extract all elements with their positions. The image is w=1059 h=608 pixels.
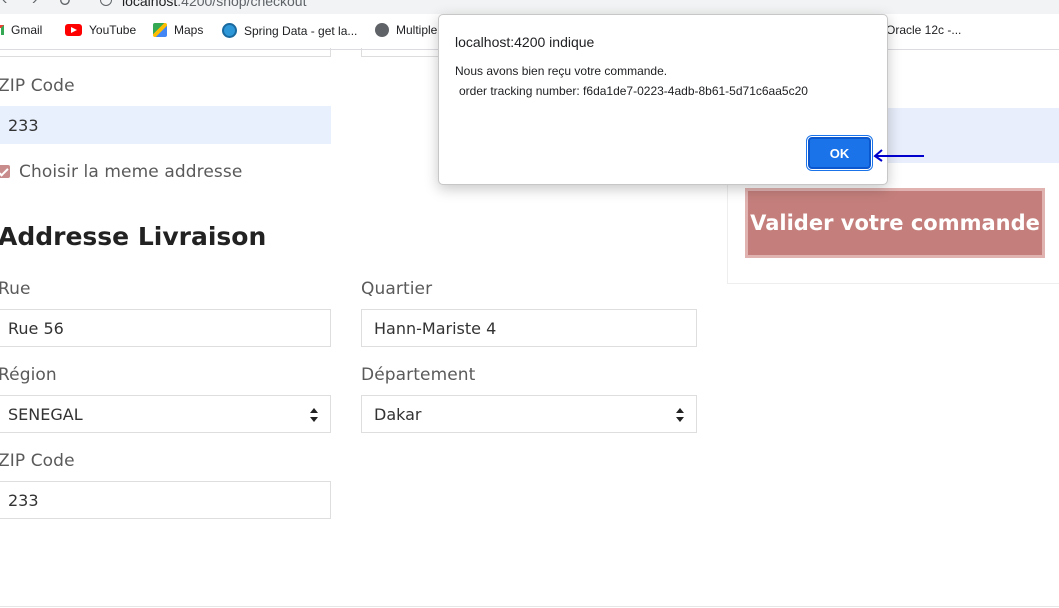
dialog-tracking-number: order tracking number: f6da1de7-0223-4ad… (459, 84, 808, 98)
spring-icon (222, 23, 237, 38)
back-arrow-icon[interactable]: ‹ (2, 0, 7, 9)
input-fragment[interactable] (0, 48, 331, 57)
department-select[interactable]: Dakar (361, 395, 697, 433)
region-label: Région (0, 365, 57, 385)
ok-button[interactable]: OK (806, 135, 873, 171)
region-select[interactable]: SENEGAL (0, 395, 331, 433)
bookmark-multiple[interactable]: Multiple (375, 23, 437, 37)
input-fragment[interactable] (361, 48, 441, 57)
shipping-zip-input[interactable]: 233 (0, 481, 331, 519)
maps-icon (153, 23, 167, 37)
street-input[interactable]: Rue 56 (0, 309, 331, 347)
gmail-icon (0, 25, 4, 35)
billing-zip-label: ZIP Code (0, 76, 75, 96)
district-label: Quartier (361, 279, 433, 299)
department-label: Département (361, 365, 476, 385)
shipping-section-title: Addresse Livraison (0, 222, 267, 251)
department-select-value: Dakar (374, 404, 422, 424)
bookmark-oracle[interactable]: Oracle 12c -... (886, 23, 961, 37)
bookmark-gmail[interactable]: Gmail (0, 23, 42, 37)
bookmark-spring-data[interactable]: Spring Data - get la... (222, 23, 357, 38)
divider (0, 606, 1059, 607)
browser-address-bar: ‹ › ↻ localhost:4200/shop/checkout (0, 0, 1059, 14)
district-input[interactable]: Hann-Mariste 4 (361, 309, 697, 347)
bookmark-youtube[interactable]: YouTube (65, 23, 136, 37)
bookmark-maps[interactable]: Maps (153, 23, 203, 37)
annotation-arrow-icon (873, 149, 924, 162)
forward-arrow-icon[interactable]: › (32, 0, 37, 9)
shipping-zip-label: ZIP Code (0, 451, 75, 471)
submit-order-button[interactable]: Valider votre commande (745, 188, 1045, 258)
url-text[interactable]: localhost:4200/shop/checkout (122, 0, 306, 9)
billing-zip-input[interactable]: 233 (0, 106, 331, 144)
select-arrows-icon (310, 408, 318, 422)
globe-icon (375, 23, 389, 37)
select-arrows-icon (676, 408, 684, 422)
same-address-label: Choisir la meme addresse (19, 162, 243, 182)
street-label: Rue (0, 279, 31, 299)
dialog-message: Nous avons bien reçu votre commande. (455, 64, 668, 78)
same-address-checkbox[interactable] (0, 165, 10, 178)
youtube-icon (65, 24, 82, 36)
alert-dialog: localhost:4200 indique Nous avons bien r… (438, 14, 888, 185)
dialog-title: localhost:4200 indique (455, 34, 595, 50)
region-select-value: SENEGAL (8, 404, 83, 424)
reload-icon[interactable]: ↻ (58, 0, 71, 11)
